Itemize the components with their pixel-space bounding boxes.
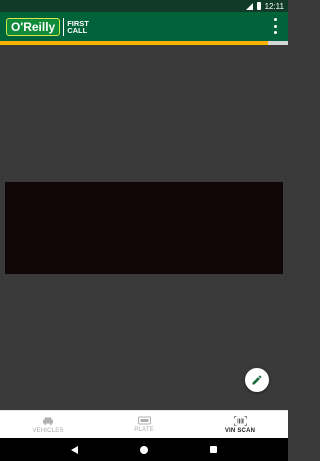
status-bar: 12:11 [0,0,288,12]
tab-plate-label: PLATE [134,427,154,433]
recent-apps-icon[interactable] [210,446,217,453]
app-logo: O'Reilly FIRST CALL [6,17,99,37]
car-icon [43,417,53,425]
app-bar: O'Reilly FIRST CALL [0,12,288,41]
battery-icon [256,2,261,10]
tab-vehicles[interactable]: VEHICLES [0,411,96,438]
logo-line-call: CALL [67,26,88,35]
progress-fill [0,41,268,45]
pencil-icon [252,375,262,385]
scan-progress-bar [0,41,288,45]
tab-plate[interactable]: PLATE [96,411,192,438]
system-navigation-bar [0,438,288,461]
logo-divider [63,18,65,36]
more-vert-icon[interactable] [272,18,278,34]
wifi-icon [245,2,253,10]
barcode-icon [233,415,247,426]
tab-vin-scan[interactable]: VIN SCAN [192,411,288,438]
tab-vehicles-label: VEHICLES [32,427,64,434]
tab-vin-scan-label: VIN SCAN [224,427,256,434]
status-time: 12:11 [264,1,284,11]
bottom-navigation: VEHICLES PLATE VIN SCAN [0,410,288,438]
camera-viewfinder [5,182,283,274]
home-icon[interactable] [140,445,148,454]
manual-entry-button[interactable] [245,368,269,392]
first-call-logo: FIRST CALL [67,20,99,35]
license-plate-icon [137,416,151,425]
back-icon[interactable] [71,445,78,454]
oreilly-logo: O'Reilly [6,18,61,36]
